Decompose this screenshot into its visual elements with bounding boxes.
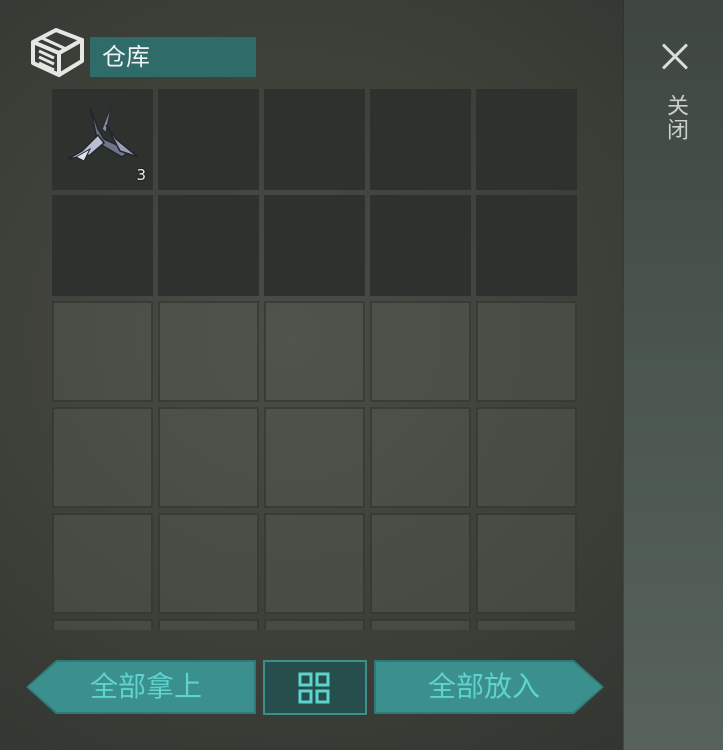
inventory-slot[interactable] (264, 619, 365, 630)
inventory-slot[interactable] (158, 513, 259, 614)
inventory-slot[interactable]: 3 (52, 89, 153, 190)
take-all-button[interactable] (26, 660, 256, 714)
page-title: 仓库 (90, 37, 256, 77)
inventory-slot[interactable] (476, 513, 577, 614)
inventory-slot[interactable] (264, 89, 365, 190)
put-all-button[interactable] (374, 660, 604, 714)
inventory-slot[interactable] (158, 407, 259, 508)
inventory-slot[interactable] (370, 301, 471, 402)
inventory-slot[interactable] (264, 195, 365, 296)
close-label[interactable]: 关闭 (660, 94, 690, 142)
item-count: 3 (136, 166, 146, 184)
inventory-slot[interactable] (264, 513, 365, 614)
storage-box-icon (31, 28, 84, 77)
sort-grid-icon (298, 672, 330, 704)
inventory-slot[interactable] (52, 195, 153, 296)
inventory-slot[interactable] (52, 619, 153, 630)
inventory-slot[interactable] (476, 619, 577, 630)
inventory-slot[interactable] (264, 407, 365, 508)
inventory-slot[interactable] (52, 301, 153, 402)
inventory-slot[interactable] (370, 89, 471, 190)
inventory-slot[interactable] (476, 407, 577, 508)
inventory-slot[interactable] (370, 513, 471, 614)
inventory-slot[interactable] (158, 89, 259, 190)
inventory-slot[interactable] (264, 301, 365, 402)
inventory-slot[interactable] (52, 513, 153, 614)
inventory-slot[interactable] (52, 407, 153, 508)
sort-button[interactable] (263, 660, 367, 715)
inventory-slot[interactable] (370, 619, 471, 630)
inventory-slot[interactable] (158, 195, 259, 296)
inventory-slot[interactable] (476, 195, 577, 296)
inventory-slot[interactable] (158, 301, 259, 402)
storage-grid: 3 (52, 89, 578, 630)
inventory-slot[interactable] (476, 301, 577, 402)
inventory-slot[interactable] (370, 407, 471, 508)
inventory-slot[interactable] (370, 195, 471, 296)
inventory-slot[interactable] (158, 619, 259, 630)
metal-shard-icon (67, 102, 139, 162)
inventory-slot[interactable] (476, 89, 577, 190)
close-icon[interactable] (650, 32, 700, 82)
